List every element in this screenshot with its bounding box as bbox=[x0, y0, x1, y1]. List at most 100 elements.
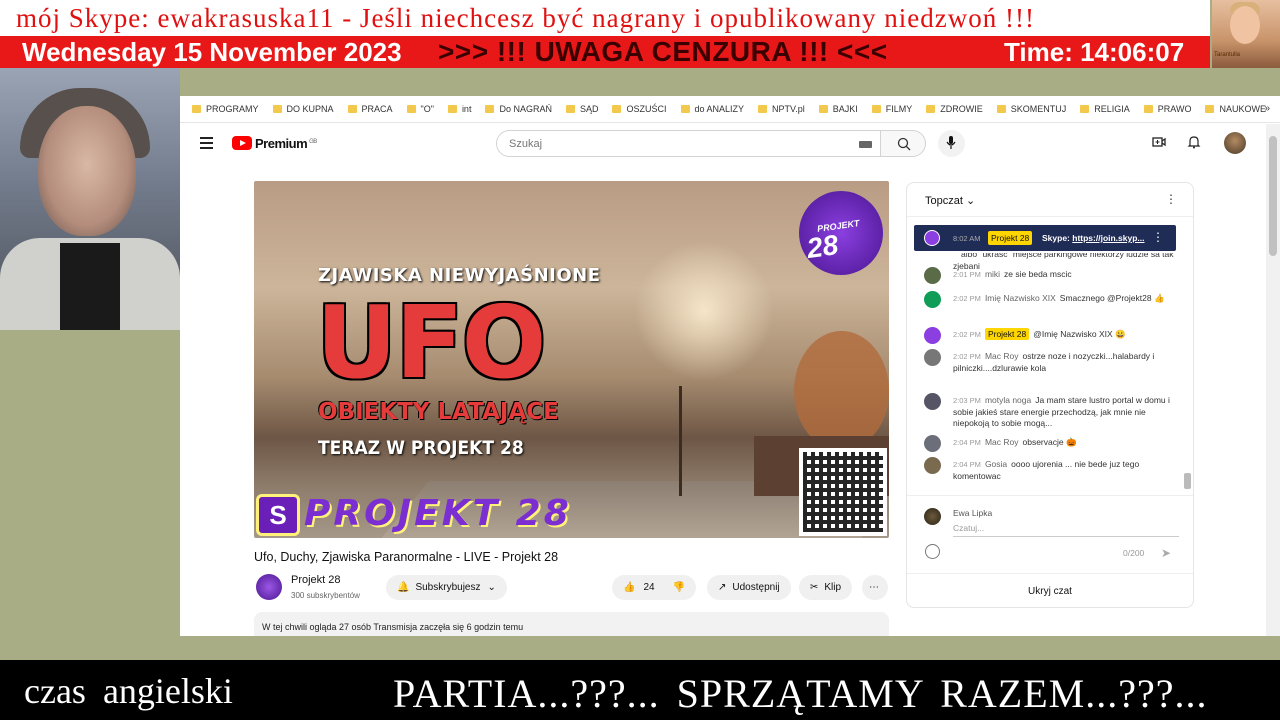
video-player[interactable]: ZJAWISKA NIEWYJAŚNIONE UFO OBIEKTY LATAJ… bbox=[254, 181, 889, 538]
video-title: Ufo, Duchy, Zjawiska Paranormalne - LIVE… bbox=[254, 550, 559, 564]
bell-icon: 🔔 bbox=[397, 582, 410, 593]
page-scrollbar[interactable] bbox=[1266, 124, 1280, 636]
menu-icon[interactable] bbox=[200, 137, 213, 152]
webcam-feed bbox=[0, 68, 180, 330]
folder-icon bbox=[996, 105, 1006, 113]
chat-menu-icon[interactable]: ⋮ bbox=[1165, 192, 1177, 206]
pinned-author-badge: Projekt 28 bbox=[988, 231, 1033, 245]
notifications-bell-icon[interactable] bbox=[1187, 135, 1201, 149]
hide-chat-button[interactable]: Ukryj czat bbox=[907, 573, 1193, 607]
folder-icon bbox=[1143, 105, 1153, 113]
chat-scrollbar[interactable] bbox=[1184, 473, 1191, 489]
bookmark-item[interactable]: PRACA bbox=[347, 104, 393, 114]
chat-author-avatar bbox=[924, 457, 941, 474]
pinned-link[interactable]: https://join.skyp... bbox=[1072, 233, 1144, 243]
bookmark-item[interactable]: "O" bbox=[406, 104, 434, 114]
pinned-message[interactable]: 8:02 AM Projekt 28 Skype: https://join.s… bbox=[914, 225, 1176, 251]
video-overlay-line: OBIEKTY LATAJĄCE bbox=[318, 399, 559, 425]
bottom-ticker: czas angielski PARTIA...???... SPRZĄTAMY… bbox=[0, 660, 1280, 720]
bookmark-item[interactable]: OSZUŚCI bbox=[612, 104, 667, 114]
bookmark-item[interactable]: RELIGIA bbox=[1080, 104, 1130, 114]
share-icon: ↗ bbox=[718, 582, 727, 593]
char-counter: 0/200 bbox=[1123, 548, 1145, 558]
bookmark-item[interactable]: NAUKOWE bbox=[1205, 104, 1266, 114]
folder-icon bbox=[1205, 105, 1215, 113]
account-avatar[interactable] bbox=[1224, 132, 1246, 154]
more-actions-button[interactable]: ⋯ bbox=[862, 575, 888, 600]
bookmark-item[interactable]: PROGRAMY bbox=[192, 104, 259, 114]
folder-icon bbox=[565, 105, 575, 113]
channel-name[interactable]: Projekt 28 bbox=[291, 574, 341, 586]
folder-icon bbox=[680, 105, 690, 113]
chevron-down-icon: ⌄ bbox=[487, 582, 496, 593]
video-overlay-caption: TERAZ W PROJEKT 28 bbox=[318, 437, 524, 459]
folder-icon bbox=[758, 105, 768, 113]
thumbs-up-icon: 👍 bbox=[623, 582, 636, 593]
bookmarks-more-icon[interactable]: » bbox=[1264, 103, 1270, 114]
brand-square-icon: S bbox=[256, 494, 300, 536]
create-video-icon[interactable] bbox=[1152, 135, 1166, 149]
bookmark-item[interactable]: SĄD bbox=[565, 104, 598, 114]
emoji-icon[interactable] bbox=[925, 544, 940, 559]
folder-icon bbox=[485, 105, 495, 113]
chat-author-avatar bbox=[924, 349, 941, 366]
bookmark-item[interactable]: SKOMENTUJ bbox=[996, 104, 1066, 114]
clip-button[interactable]: ✂ Klip bbox=[799, 575, 853, 600]
search-input[interactable]: Szukaj bbox=[496, 130, 881, 157]
search-button[interactable] bbox=[880, 130, 926, 157]
dislike-icon[interactable]: 👎 bbox=[673, 582, 685, 593]
folder-icon bbox=[926, 105, 936, 113]
chat-author-avatar bbox=[924, 291, 941, 308]
pinned-menu-icon[interactable]: ⋮ bbox=[1152, 230, 1164, 244]
subscriber-count: 300 subskrybentów bbox=[291, 591, 360, 600]
folder-icon bbox=[192, 105, 201, 113]
bookmark-item[interactable]: int bbox=[447, 104, 471, 114]
user-name: Ewa Lipka bbox=[953, 508, 993, 518]
bookmark-item[interactable]: BAJKI bbox=[818, 104, 858, 114]
youtube-logo-icon[interactable] bbox=[232, 136, 252, 150]
chat-input[interactable]: Czatuj... bbox=[953, 523, 984, 533]
projekt28-logo: PROJEKT 28 bbox=[799, 191, 883, 275]
video-brand-text: PROJEKT 28 bbox=[304, 493, 572, 534]
youtube-logo-text[interactable]: Premium GB bbox=[255, 136, 317, 151]
search-icon bbox=[897, 137, 911, 151]
date-label: Wednesday 15 November 2023 bbox=[22, 37, 402, 67]
like-button[interactable]: 👍 24 👎 bbox=[612, 575, 697, 600]
warning-label: >>> !!! UWAGA CENZURA !!! <<< bbox=[438, 36, 888, 67]
video-overlay-subtitle: ZJAWISKA NIEWYJAŚNIONE bbox=[318, 265, 601, 286]
bookmark-item[interactable]: ZDROWIE bbox=[926, 104, 983, 114]
folder-icon bbox=[818, 105, 828, 113]
share-button[interactable]: ↗ Udostępnij bbox=[707, 575, 791, 600]
subscribe-button[interactable]: 🔔 Subskrybujesz ⌄ bbox=[386, 575, 507, 600]
avatar-caption: Tarantulla bbox=[1214, 52, 1241, 58]
video-description[interactable]: W tej chwili ogląda 27 osób Transmisja z… bbox=[254, 612, 889, 636]
chat-mode-dropdown[interactable]: Topczat ⌄ bbox=[925, 194, 975, 207]
bookmark-item[interactable]: DO KUPNA bbox=[272, 104, 334, 114]
browser-window: PROGRAMY DO KUPNA PRACA "O" int Do NAGRAŃ SĄD O… bbox=[180, 96, 1280, 636]
folder-icon bbox=[347, 105, 357, 113]
youtube-header: Premium GB Szukaj bbox=[180, 124, 1280, 164]
scissors-icon: ✂ bbox=[810, 582, 819, 593]
folder-icon bbox=[447, 105, 457, 113]
bookmark-item[interactable]: NPTV.pl bbox=[758, 104, 805, 114]
folder-icon bbox=[871, 105, 881, 113]
bookmark-item[interactable]: PRAWO bbox=[1143, 104, 1191, 114]
bookmark-item[interactable]: FILMY bbox=[871, 104, 912, 114]
folder-icon bbox=[612, 105, 622, 113]
bookmark-item[interactable]: do ANALIZY bbox=[680, 104, 744, 114]
chat-header: Topczat ⌄ ⋮ bbox=[907, 183, 1193, 217]
top-banner-text: mój Skype: ewakrasuska11 - Jeśli niechce… bbox=[0, 0, 1210, 36]
channel-avatar[interactable] bbox=[256, 574, 282, 600]
folder-icon bbox=[272, 105, 282, 113]
chat-author-avatar bbox=[924, 393, 941, 410]
send-icon[interactable]: ➤ bbox=[1161, 546, 1171, 560]
voice-search-button[interactable] bbox=[938, 130, 965, 157]
time-label: Time: 14:06:07 bbox=[1004, 37, 1185, 67]
keyboard-icon[interactable] bbox=[859, 141, 872, 148]
bookmark-item[interactable]: Do NAGRAŃ bbox=[485, 104, 552, 114]
streamer-avatar: Tarantulla bbox=[1212, 0, 1280, 68]
more-icon: ⋯ bbox=[869, 582, 879, 593]
qr-code-icon bbox=[799, 448, 887, 536]
bottom-right-text: PARTIA...???... SPRZĄTAMY RAZEM...???... bbox=[393, 671, 1208, 716]
user-avatar bbox=[924, 508, 941, 525]
